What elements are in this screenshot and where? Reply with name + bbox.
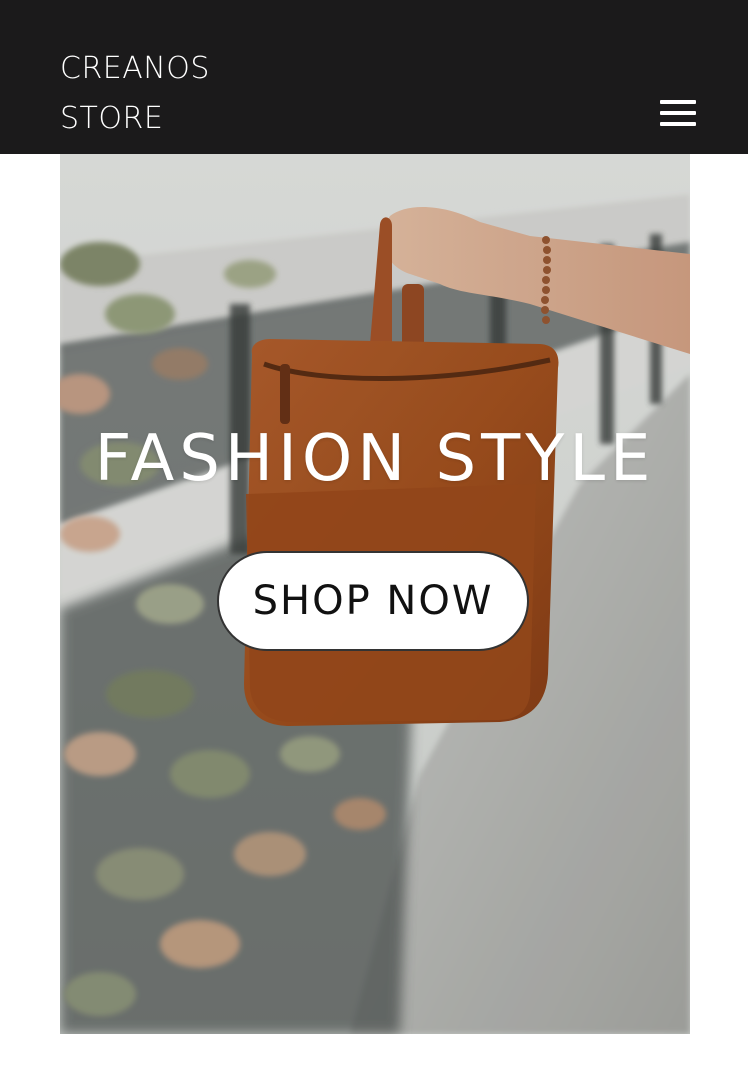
store-logo[interactable]: CREANOS STORE — [60, 44, 320, 144]
menu-bar — [660, 100, 696, 104]
brand-line-2: STORE — [60, 101, 164, 136]
hamburger-menu-icon[interactable] — [656, 96, 700, 132]
hero-title: FASHION STYLE — [94, 422, 656, 496]
hero-banner: FASHION STYLE SHOP NOW — [60, 154, 690, 1034]
menu-bar — [660, 111, 696, 115]
brand-line-1: CREANOS — [60, 51, 210, 86]
site-header: CREANOS STORE — [0, 0, 748, 154]
menu-bar — [660, 122, 696, 126]
shop-now-button[interactable]: SHOP NOW — [217, 551, 529, 651]
